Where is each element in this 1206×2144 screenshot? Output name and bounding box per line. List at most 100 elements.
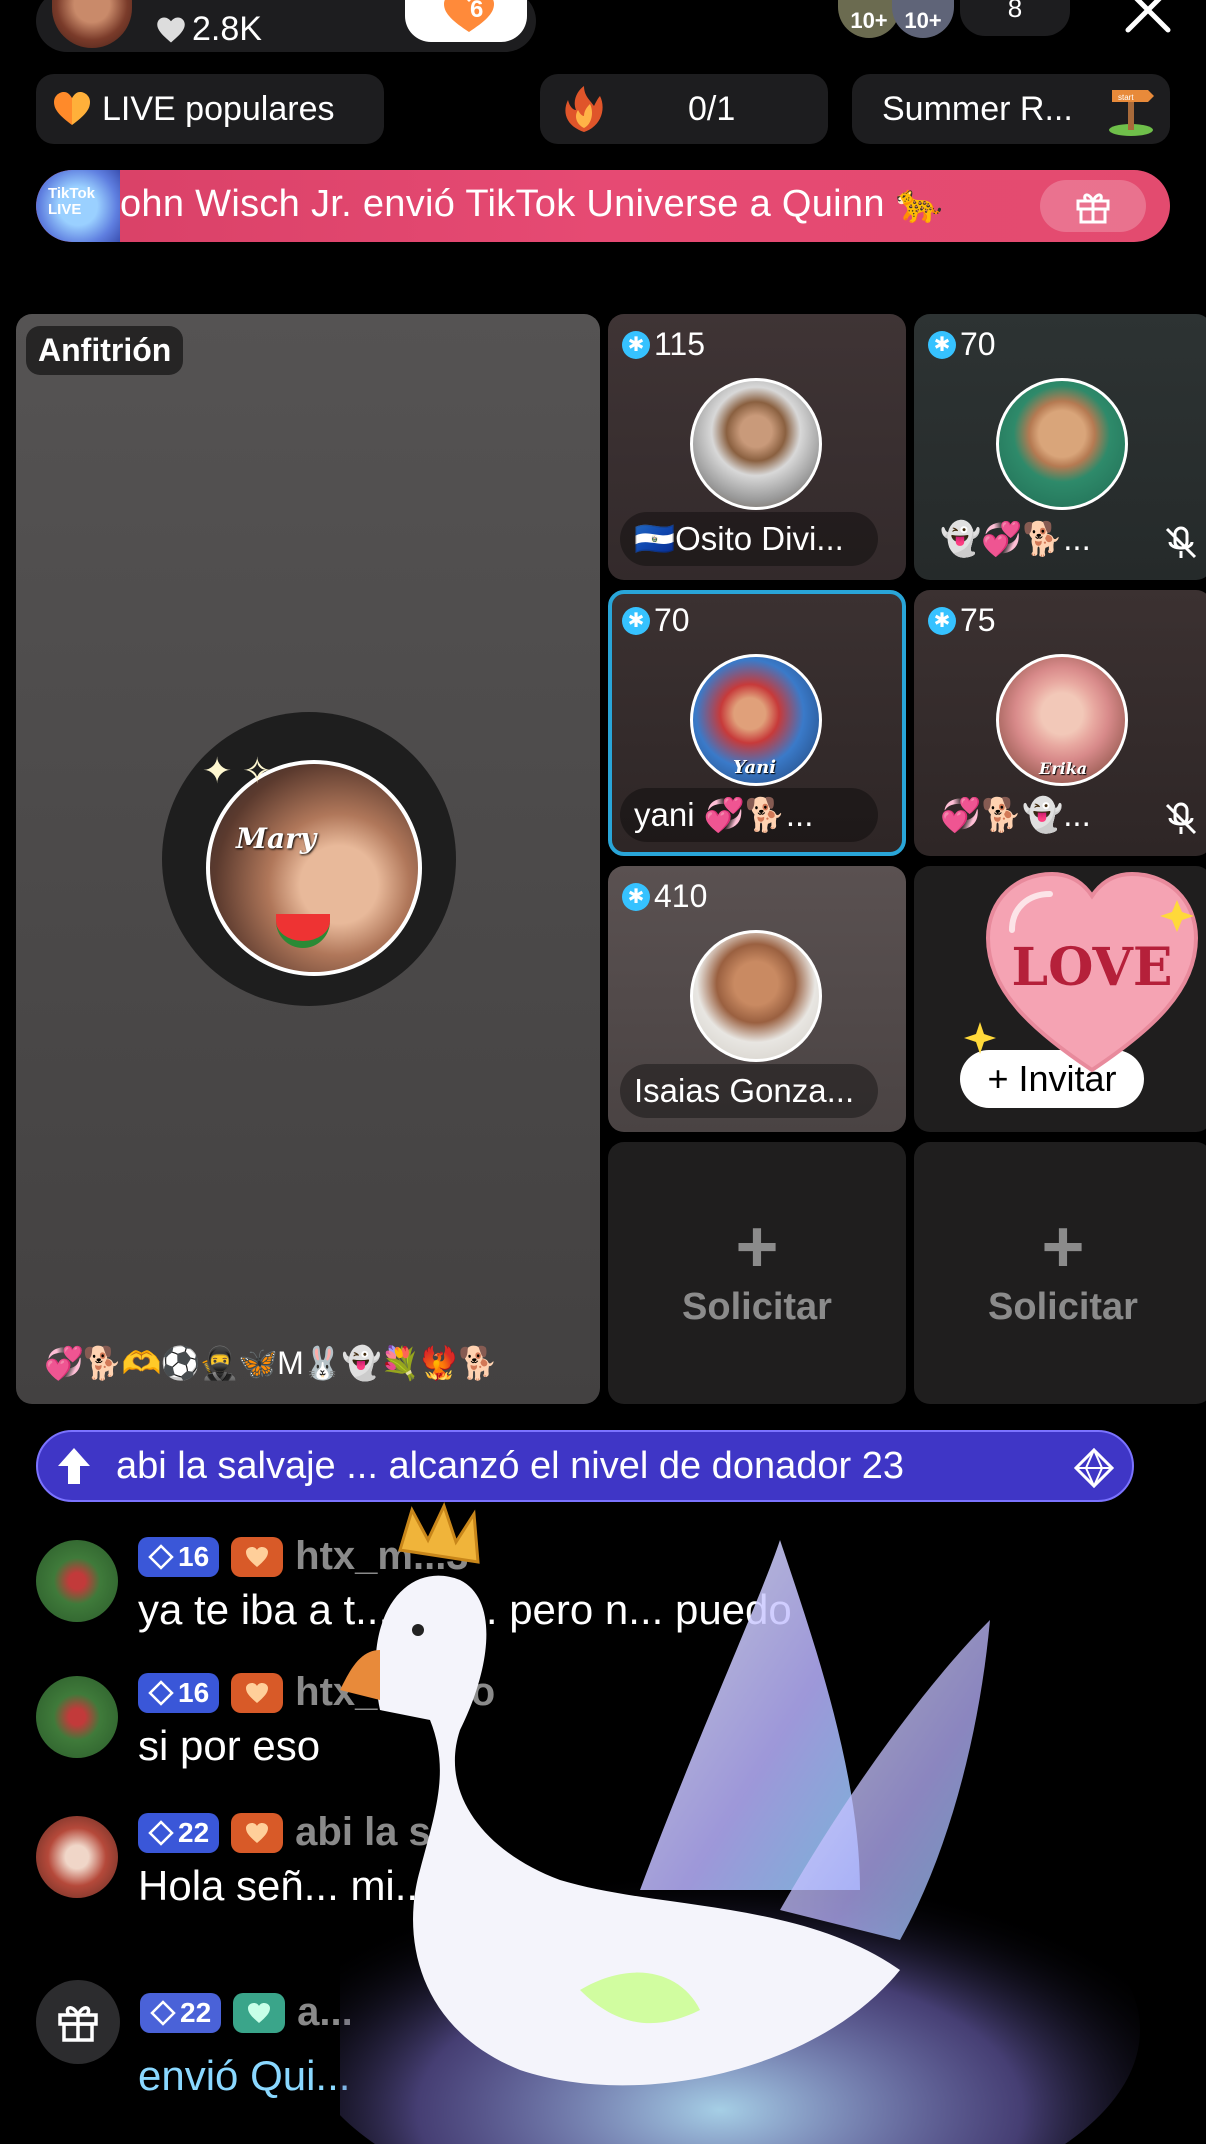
plus-icon: + [1041, 1205, 1085, 1288]
diamond-icon [1074, 1448, 1114, 1488]
live-popular-label: LIVE populares [102, 89, 335, 128]
guest-name: Isaias Gonza... [620, 1064, 878, 1118]
summer-event-chip[interactable]: Summer R... start [852, 74, 1170, 144]
close-icon[interactable] [1118, 0, 1178, 40]
heart-icon [246, 1546, 269, 1567]
love-heart-sticker: LOVE [985, 871, 1199, 1073]
guest-tile[interactable]: ✱ 115 🇸🇻Osito Divi... [608, 314, 906, 580]
likes-counter: 2.8K [156, 10, 262, 49]
chat-avatar[interactable] [36, 1816, 118, 1898]
match-chip[interactable]: 0/1 [540, 74, 828, 144]
phoenix-icon [565, 86, 603, 132]
guest-avatar [996, 378, 1128, 510]
plus-icon: + [735, 1205, 779, 1288]
guest-name: 👻💞🐕... [940, 520, 1091, 557]
watermelon-sticker [276, 914, 330, 948]
summer-event-label: Summer R... [882, 89, 1073, 128]
heart-icon [246, 1822, 269, 1843]
chat-username[interactable]: htx_m...3 [295, 1534, 468, 1579]
match-score: 0/1 [688, 89, 736, 128]
guest-name: 💞🐕👻... [940, 796, 1091, 833]
fan-club-badge [231, 1536, 284, 1577]
request-slot[interactable]: + Solicitar [608, 1142, 906, 1404]
diamond-icon [150, 1999, 176, 2026]
heart-icon [157, 17, 185, 42]
tiktok-live-logo: TikTok LIVE [36, 170, 120, 242]
host-profile-photo: Mary [206, 760, 422, 976]
popular-heart-icon [54, 92, 90, 125]
fan-club-badge [233, 1992, 286, 2033]
score-gem-icon: ✱ [622, 882, 650, 911]
diamond-icon [148, 1819, 174, 1846]
request-label: Solicitar [988, 1286, 1138, 1328]
guest-score: ✱ 70 [928, 326, 996, 363]
score-gem-icon: ✱ [928, 606, 956, 635]
viewer-count[interactable]: 8 [960, 0, 1070, 36]
score-gem-icon: ✱ [622, 330, 650, 359]
guest-avatar [690, 378, 822, 510]
guest-score: ✱ 70 [622, 602, 690, 639]
level-badge: 22 [138, 1812, 220, 1853]
fan-heart-icon [444, 0, 494, 32]
chat-text: ya te iba a t... ere... pero n... puedo [138, 1586, 792, 1633]
host-photo-tag: Mary [236, 822, 317, 855]
donor-level-text: abi la salvaje ... alcanzó el nivel de d… [116, 1444, 904, 1487]
gift-icon [1076, 193, 1110, 224]
request-label: Solicitar [682, 1286, 832, 1328]
guest-avatar: Erika [996, 654, 1128, 786]
level-badge: 22 [140, 1992, 222, 2033]
gift-button[interactable] [36, 1980, 120, 2064]
chat-username[interactable]: a... [297, 1990, 353, 2035]
mic-muted-icon [1165, 802, 1197, 835]
top-viewers[interactable]: 10+ 10+ [838, 0, 954, 38]
banner-gift-button[interactable] [1040, 180, 1146, 232]
guest-name: 🇸🇻Osito Divi... [620, 512, 878, 566]
top-viewer-avatar[interactable]: 10+ [892, 0, 954, 38]
chat-username[interactable]: htx_mateo [295, 1670, 495, 1715]
guest-name: yani 💞🐕... [620, 788, 878, 842]
follow-badge: 6 [440, 0, 498, 41]
diamond-icon [148, 1679, 174, 1706]
guest-tile[interactable]: ✱ 70 👻💞🐕... [914, 314, 1206, 580]
chat-text: Hola señ... mi... [138, 1862, 430, 1909]
mic-muted-icon [1165, 526, 1197, 559]
guest-tile[interactable]: ✱ 410 Isaias Gonza... [608, 866, 906, 1132]
guest-score: ✱ 75 [928, 602, 996, 639]
heart-icon [246, 1682, 269, 1703]
level-badge: 16 [138, 1536, 220, 1577]
level-badge: 16 [138, 1672, 220, 1713]
guest-score: ✱ 115 [622, 326, 705, 363]
chat-avatar[interactable] [36, 1676, 118, 1758]
love-sticker-text: LOVE [1012, 937, 1173, 998]
gift-announcement-text: ohn Wisch Jr. envió TikTok Universe a Qu… [120, 183, 944, 225]
sparkle-icon: ✦ ✧ [202, 750, 273, 791]
host-name-emojis: 💞🐕🫶⚽🥷🦋M🐰👻💐🐦‍🔥🐕 [44, 1345, 498, 1381]
guest-tile[interactable]: ✱ 75 Erika 💞🐕👻... [914, 590, 1206, 856]
heart-icon [248, 2002, 271, 2023]
chat-text: envió Qui... [138, 2052, 351, 2099]
host-video-tile[interactable]: Anfitrión Mary ✦ ✧ 💞🐕🫶⚽🥷🦋M🐰👻💐🐦‍🔥🐕 [16, 314, 600, 1404]
likes-count: 2.8K [192, 10, 262, 48]
guest-avatar [690, 930, 822, 1062]
guest-avatar: Yani [690, 654, 822, 786]
gift-announcement-banner[interactable]: TikTok LIVE ohn Wisch Jr. envió TikTok Un… [36, 170, 1170, 242]
donor-level-banner[interactable]: abi la salvaje ... alcanzó el nivel de d… [36, 1430, 1134, 1502]
chat-username[interactable]: abi la s... [295, 1810, 464, 1855]
arrow-up-icon [58, 1448, 90, 1484]
fan-club-badge [231, 1672, 284, 1713]
host-role-badge: Anfitrión [26, 326, 184, 375]
signpost-icon: start [1109, 90, 1154, 136]
guest-tile-speaking[interactable]: ✱ 70 Yani yani 💞🐕... [608, 590, 906, 856]
score-gem-icon: ✱ [928, 330, 956, 359]
live-popular-chip[interactable]: LIVE populares [36, 74, 384, 144]
top-viewer-avatar[interactable]: 10+ [838, 0, 900, 38]
chat-text: si por eso [138, 1722, 321, 1769]
score-gem-icon: ✱ [622, 606, 650, 635]
request-slot[interactable]: + Solicitar [914, 1142, 1206, 1404]
svg-text:start: start [1118, 93, 1134, 102]
guest-score: ✱ 410 [622, 878, 707, 915]
diamond-icon [148, 1543, 174, 1570]
gift-icon [58, 2006, 98, 2042]
fan-club-badge [231, 1812, 284, 1853]
chat-avatar[interactable] [36, 1540, 118, 1622]
